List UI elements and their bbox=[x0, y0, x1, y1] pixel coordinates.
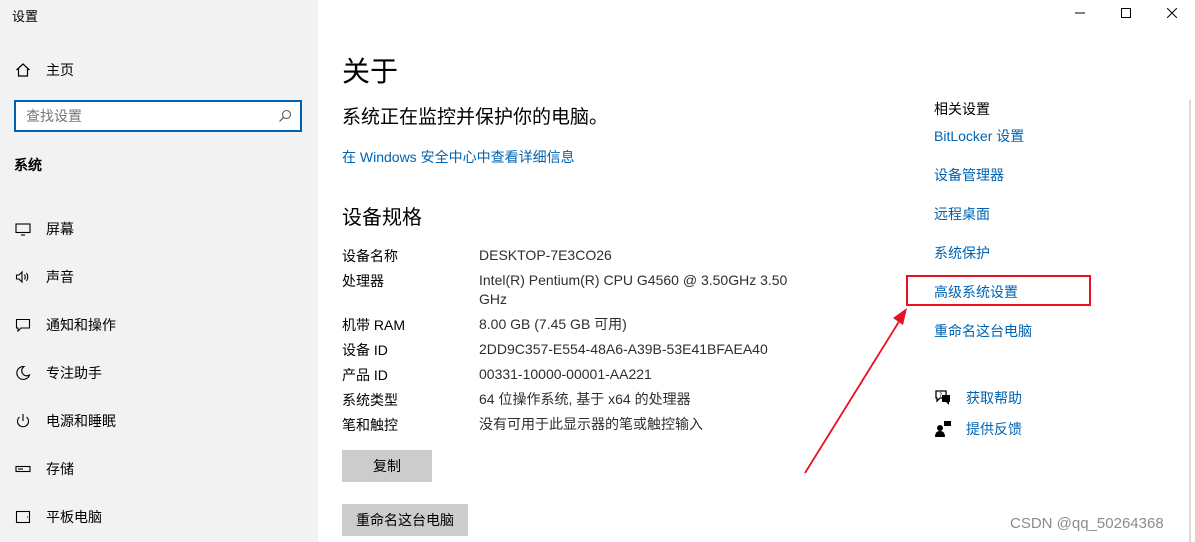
annotation-arrow bbox=[804, 308, 907, 474]
scrollbar-track[interactable] bbox=[1189, 100, 1191, 542]
watermark: CSDN @qq_50264368 bbox=[1010, 515, 1164, 532]
